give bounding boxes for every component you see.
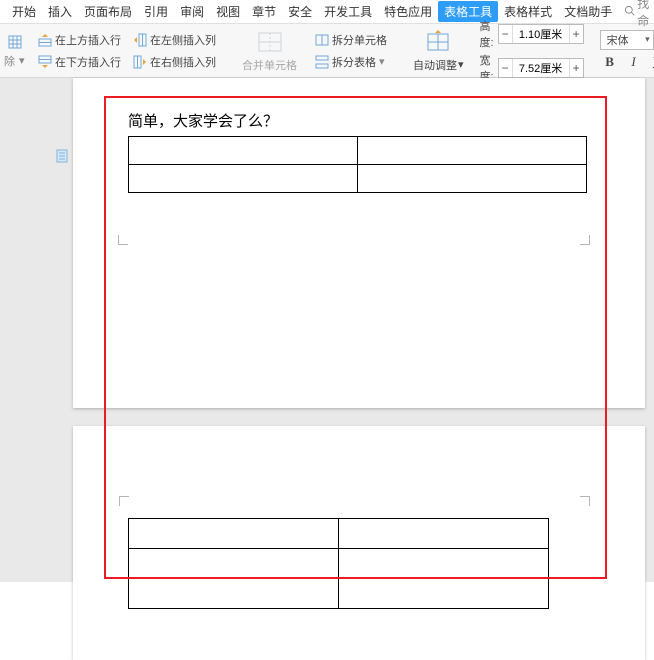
height-plus-button[interactable]: + [569, 25, 583, 43]
height-input[interactable] [513, 25, 569, 43]
crop-mark-icon [580, 235, 590, 245]
bold-button[interactable]: B [600, 52, 620, 72]
height-minus-button[interactable]: − [499, 25, 513, 43]
crop-mark-icon [118, 235, 128, 245]
split-cells-button[interactable]: 拆分单元格 [311, 30, 391, 50]
insert-row-below-icon [38, 55, 52, 69]
insert-row-above-icon [38, 33, 52, 47]
autofit-icon [425, 29, 451, 55]
table-row[interactable] [129, 137, 587, 165]
insert-col-left-button[interactable]: 在左侧插入列 [129, 30, 220, 50]
insert-col-right-button[interactable]: 在右侧插入列 [129, 52, 220, 72]
menu-references[interactable]: 引用 [138, 1, 174, 22]
split-cells-label: 拆分单元格 [332, 32, 387, 48]
insert-row-below-label: 在下方插入行 [55, 54, 121, 70]
delete-label: 除 [4, 53, 15, 69]
split-table-button[interactable]: 拆分表格▾ [311, 52, 391, 72]
chevron-down-icon: ▾ [19, 54, 25, 67]
menu-page-layout[interactable]: 页面布局 [78, 1, 138, 22]
insert-col-left-label: 在左侧插入列 [150, 32, 216, 48]
menu-start[interactable]: 开始 [6, 1, 42, 22]
table-toolbar: 除 ▾ 在上方插入行 在左侧插入列 在下方插入行 在右侧插入列 [0, 24, 654, 78]
insert-row-below-button[interactable]: 在下方插入行 [34, 52, 125, 72]
page-2[interactable] [73, 426, 645, 660]
merge-cells-button: 合并单元格 [236, 27, 303, 75]
insert-col-left-icon [133, 33, 147, 47]
delete-dropdown[interactable] [4, 33, 26, 51]
table-row[interactable] [129, 549, 549, 579]
chevron-down-icon: ▾ [379, 55, 385, 68]
menu-devtools[interactable]: 开发工具 [318, 1, 378, 22]
insert-col-right-icon [133, 55, 147, 69]
height-label: 高度: [480, 18, 494, 50]
underline-button[interactable]: U [648, 52, 654, 72]
split-cells-icon [315, 33, 329, 47]
insert-row-above-button[interactable]: 在上方插入行 [34, 30, 125, 50]
menu-special-apps[interactable]: 特色应用 [378, 1, 438, 22]
col-width-spinner[interactable]: − + [498, 58, 584, 78]
chevron-down-icon: ▾ [458, 58, 464, 71]
merge-cells-icon [257, 29, 283, 55]
italic-button[interactable]: I [624, 52, 644, 72]
search-icon [624, 5, 635, 19]
table-2[interactable] [128, 518, 549, 609]
menu-insert[interactable]: 插入 [42, 1, 78, 22]
split-table-label: 拆分表格 [332, 54, 376, 70]
document-canvas: 简单，大家学会了么？ [0, 78, 654, 582]
split-table-icon [315, 55, 329, 69]
body-text[interactable]: 简单，大家学会了么？ [128, 110, 278, 131]
page-gutter-icon[interactable] [56, 149, 68, 163]
table-1[interactable] [128, 136, 587, 193]
row-height-spinner[interactable]: − + [498, 24, 584, 44]
width-input[interactable] [513, 59, 569, 77]
crop-mark-icon [580, 496, 590, 506]
insert-row-above-label: 在上方插入行 [55, 32, 121, 48]
page-1[interactable]: 简单，大家学会了么？ [73, 78, 645, 408]
grid-icon [8, 35, 22, 49]
autofit-button[interactable]: 自动调整▾ [407, 27, 470, 75]
table-row[interactable] [129, 165, 587, 193]
table-row[interactable] [129, 579, 549, 609]
merge-cells-label: 合并单元格 [242, 57, 297, 73]
menu-review[interactable]: 审阅 [174, 1, 210, 22]
table-row[interactable] [129, 519, 549, 549]
insert-col-right-label: 在右侧插入列 [150, 54, 216, 70]
menu-view[interactable]: 视图 [210, 1, 246, 22]
autofit-label: 自动调整 [413, 57, 457, 73]
width-plus-button[interactable]: + [569, 59, 583, 77]
font-family-select[interactable]: 宋体 [600, 30, 654, 50]
crop-mark-icon [119, 496, 129, 506]
menu-chapter[interactable]: 章节 [246, 1, 282, 22]
width-minus-button[interactable]: − [499, 59, 513, 77]
menu-security[interactable]: 安全 [282, 1, 318, 22]
